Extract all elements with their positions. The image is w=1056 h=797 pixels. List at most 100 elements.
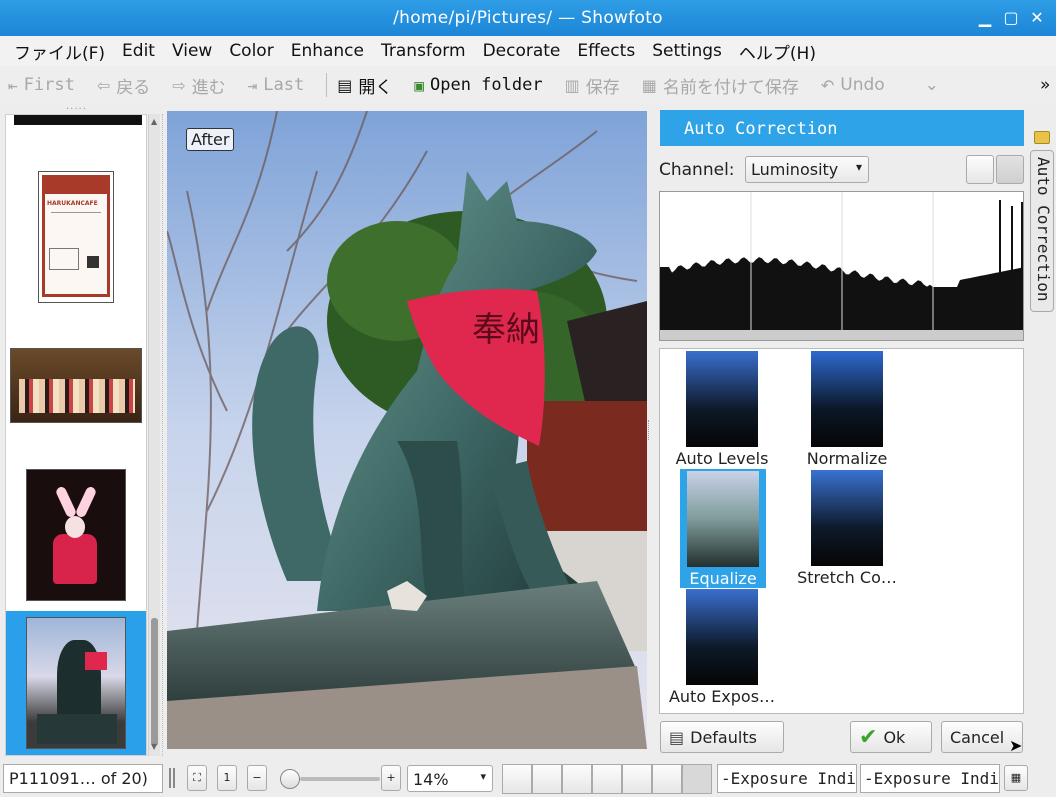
forward-button[interactable]: ⇨ 進む bbox=[172, 73, 225, 98]
menu-edit[interactable]: Edit bbox=[116, 41, 161, 61]
undo-dropdown[interactable]: ⌄ bbox=[925, 75, 939, 95]
showfoto-window: /home/pi/Pictures/ — Showfoto ▁ ▢ ✕ ファイル… bbox=[0, 0, 1056, 797]
toolbar-separator bbox=[326, 73, 328, 97]
filter-equalize[interactable]: Equalize bbox=[680, 469, 766, 588]
save-as-button[interactable]: ▦ 名前を付けて保存 bbox=[642, 73, 799, 98]
thumbnail-scrollbar[interactable]: ▲ ▼ bbox=[148, 114, 160, 756]
open-folder-button[interactable]: ▣ Open folder bbox=[414, 75, 542, 95]
filter-preview-auto-exposure bbox=[686, 589, 758, 685]
zoom-in-icon: + bbox=[386, 771, 396, 784]
channel-select[interactable]: Luminosity ▾ bbox=[745, 156, 869, 183]
menu-color[interactable]: Color bbox=[223, 41, 279, 61]
doll-head bbox=[65, 516, 85, 538]
back-button[interactable]: ⇦ 戻る bbox=[97, 73, 150, 98]
last-button[interactable]: ⇥ Last bbox=[248, 75, 305, 95]
menu-bar: ファイル(F) Edit View Color Enhance Transfor… bbox=[0, 36, 1056, 66]
poster-header bbox=[45, 178, 107, 194]
thumbnail-partial[interactable] bbox=[14, 115, 142, 125]
poster-qr bbox=[87, 256, 99, 268]
histogram-spike-2 bbox=[1011, 206, 1013, 330]
fox-statue-image: 奉納 bbox=[167, 111, 647, 749]
status-splitter[interactable] bbox=[169, 768, 175, 788]
filter-auto-levels[interactable]: Auto Levels bbox=[663, 351, 781, 468]
chevron-down-icon: ⌄ bbox=[924, 75, 939, 95]
mouse-cursor-icon: ➤ bbox=[1009, 736, 1023, 755]
tool-segment-5[interactable] bbox=[622, 764, 652, 794]
tool-segment-7[interactable] bbox=[682, 764, 712, 794]
zoom-100-button[interactable]: 1 bbox=[217, 765, 237, 791]
first-button[interactable]: ⇤ First bbox=[8, 75, 75, 95]
thumbnail-fox-statue[interactable] bbox=[26, 617, 126, 749]
zoom-combo[interactable]: 14% ▾ bbox=[407, 765, 493, 792]
tool-segment-1[interactable] bbox=[502, 764, 532, 794]
side-tab-auto-correction[interactable]: Auto Correction bbox=[1030, 150, 1054, 312]
arrow-left-icon: ⇦ bbox=[96, 75, 111, 95]
menu-decorate[interactable]: Decorate bbox=[477, 41, 567, 61]
tool-segment-3[interactable] bbox=[562, 764, 592, 794]
tool-segment-6[interactable] bbox=[652, 764, 682, 794]
thumbnail-drag-handle[interactable]: ····· bbox=[66, 104, 96, 115]
filter-preview-equalize bbox=[687, 471, 759, 567]
close-icon[interactable]: ✕ bbox=[1028, 9, 1046, 27]
log-scale-button[interactable] bbox=[996, 155, 1024, 184]
thumbnail-doll[interactable] bbox=[26, 469, 126, 601]
thumbnail-group-photo[interactable] bbox=[10, 348, 142, 423]
maximize-icon[interactable]: ▢ bbox=[1002, 9, 1020, 27]
channel-label: Channel: bbox=[659, 160, 735, 180]
ok-button[interactable]: ✔ Ok bbox=[850, 721, 932, 753]
thumbnail-bar[interactable]: HARUKANCAFE bbox=[5, 114, 147, 756]
toolbar-overflow-button[interactable]: » bbox=[1040, 75, 1050, 95]
zoom-out-button[interactable]: − bbox=[247, 765, 267, 791]
scrollbar-handle[interactable] bbox=[151, 618, 158, 746]
image-canvas[interactable]: 奉納 After bbox=[167, 111, 647, 749]
filter-normalize[interactable]: Normalize bbox=[788, 351, 906, 468]
filter-auto-exposure[interactable]: Auto Expos… bbox=[663, 589, 781, 706]
poster-title: HARUKANCAFE bbox=[47, 200, 98, 207]
filter-preview-normalize bbox=[811, 351, 883, 447]
after-label: After bbox=[186, 128, 235, 151]
doll-kimono bbox=[53, 534, 97, 584]
menu-help[interactable]: ヘルプ(H) bbox=[733, 39, 822, 64]
filter-list[interactable]: Auto Levels Normalize Equalize Stretch C… bbox=[659, 348, 1024, 714]
linear-scale-button[interactable] bbox=[966, 155, 994, 184]
poster-frame: HARUKANCAFE bbox=[42, 175, 110, 297]
doll-ear-right bbox=[74, 485, 98, 519]
tool-segment-2[interactable] bbox=[532, 764, 562, 794]
defaults-button[interactable]: ▤ Defaults bbox=[660, 721, 784, 753]
thumbnail-poster[interactable]: HARUKANCAFE bbox=[38, 171, 114, 303]
panel-title: Auto Correction bbox=[660, 110, 1024, 146]
menu-view[interactable]: View bbox=[166, 41, 218, 61]
zoom-slider-knob[interactable] bbox=[280, 769, 300, 789]
zoom-slider-track[interactable] bbox=[300, 777, 380, 781]
exposure-indicator-1[interactable]: -Exposure Indi bbox=[717, 764, 857, 793]
menu-settings[interactable]: Settings bbox=[646, 41, 728, 61]
window-title: /home/pi/Pictures/ — Showfoto bbox=[393, 8, 663, 28]
menu-enhance[interactable]: Enhance bbox=[285, 41, 370, 61]
undo-icon: ↶ bbox=[820, 75, 835, 95]
thumb-fox-base bbox=[37, 714, 117, 744]
undo-button[interactable]: ↶ Undo bbox=[821, 75, 885, 95]
menu-transform[interactable]: Transform bbox=[375, 41, 472, 61]
folder-tab-icon[interactable] bbox=[1034, 131, 1050, 144]
filter-stretch-contrast[interactable]: Stretch Co… bbox=[788, 470, 906, 587]
zoom-in-button[interactable]: + bbox=[381, 765, 401, 791]
menu-effects[interactable]: Effects bbox=[571, 41, 641, 61]
histogram-graph bbox=[660, 192, 1023, 340]
exposure-indicator-2[interactable]: -Exposure Indic bbox=[860, 764, 1000, 793]
canvas-splitter[interactable] bbox=[648, 420, 651, 440]
scroll-up-icon[interactable]: ▲ bbox=[151, 117, 157, 126]
menu-file[interactable]: ファイル(F) bbox=[8, 39, 111, 64]
grid-overlay-button[interactable]: ▦ bbox=[1004, 765, 1028, 791]
title-bar[interactable]: /home/pi/Pictures/ — Showfoto ▁ ▢ ✕ bbox=[0, 0, 1056, 36]
histogram-spike-1 bbox=[999, 200, 1001, 330]
minimize-icon[interactable]: ▁ bbox=[976, 9, 994, 27]
first-icon: ⇤ bbox=[8, 75, 18, 95]
zoom-fit-button[interactable]: ⛶ bbox=[187, 765, 207, 791]
save-as-icon: ▦ bbox=[641, 75, 657, 95]
save-button[interactable]: ▥ 保存 bbox=[565, 73, 620, 98]
open-button[interactable]: ▤ 開く bbox=[337, 73, 392, 98]
tool-segment-4[interactable] bbox=[592, 764, 622, 794]
splitter-handle[interactable] bbox=[162, 114, 165, 756]
histogram-gradient-bar bbox=[660, 330, 1023, 340]
scroll-down-icon[interactable]: ▼ bbox=[151, 742, 157, 751]
